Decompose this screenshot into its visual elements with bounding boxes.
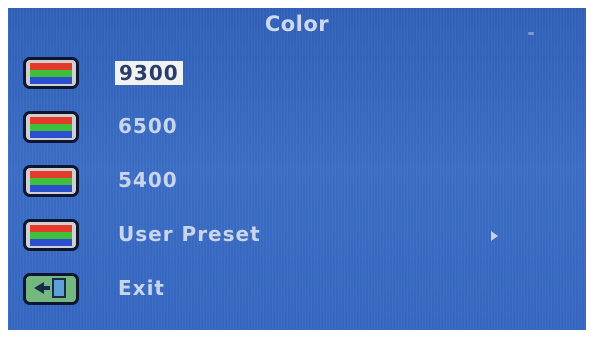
arrow-right-icon: [491, 231, 498, 241]
osd-screen: Color 9300 6500 5400 User Preset Exit: [8, 8, 586, 330]
menu-item-label: 6500: [118, 114, 178, 138]
menu-item-5400[interactable]: 5400: [8, 160, 586, 200]
menu-item-6500[interactable]: 6500: [8, 106, 586, 146]
color-bars-icon: [23, 57, 79, 89]
color-bars-icon: [23, 219, 79, 251]
color-bars-icon: [23, 111, 79, 143]
menu-item-label: User Preset: [118, 222, 261, 246]
menu-item-exit[interactable]: Exit: [8, 268, 586, 308]
menu-item-label: 5400: [118, 168, 178, 192]
menu-item-user-preset[interactable]: User Preset: [8, 214, 586, 254]
color-bars-icon: [23, 165, 79, 197]
menu-item-9300[interactable]: 9300: [8, 52, 586, 92]
exit-door-icon: [23, 273, 79, 305]
menu-item-label: 9300: [115, 61, 183, 85]
menu-item-label: Exit: [118, 276, 165, 300]
menu-title: Color: [264, 12, 330, 36]
